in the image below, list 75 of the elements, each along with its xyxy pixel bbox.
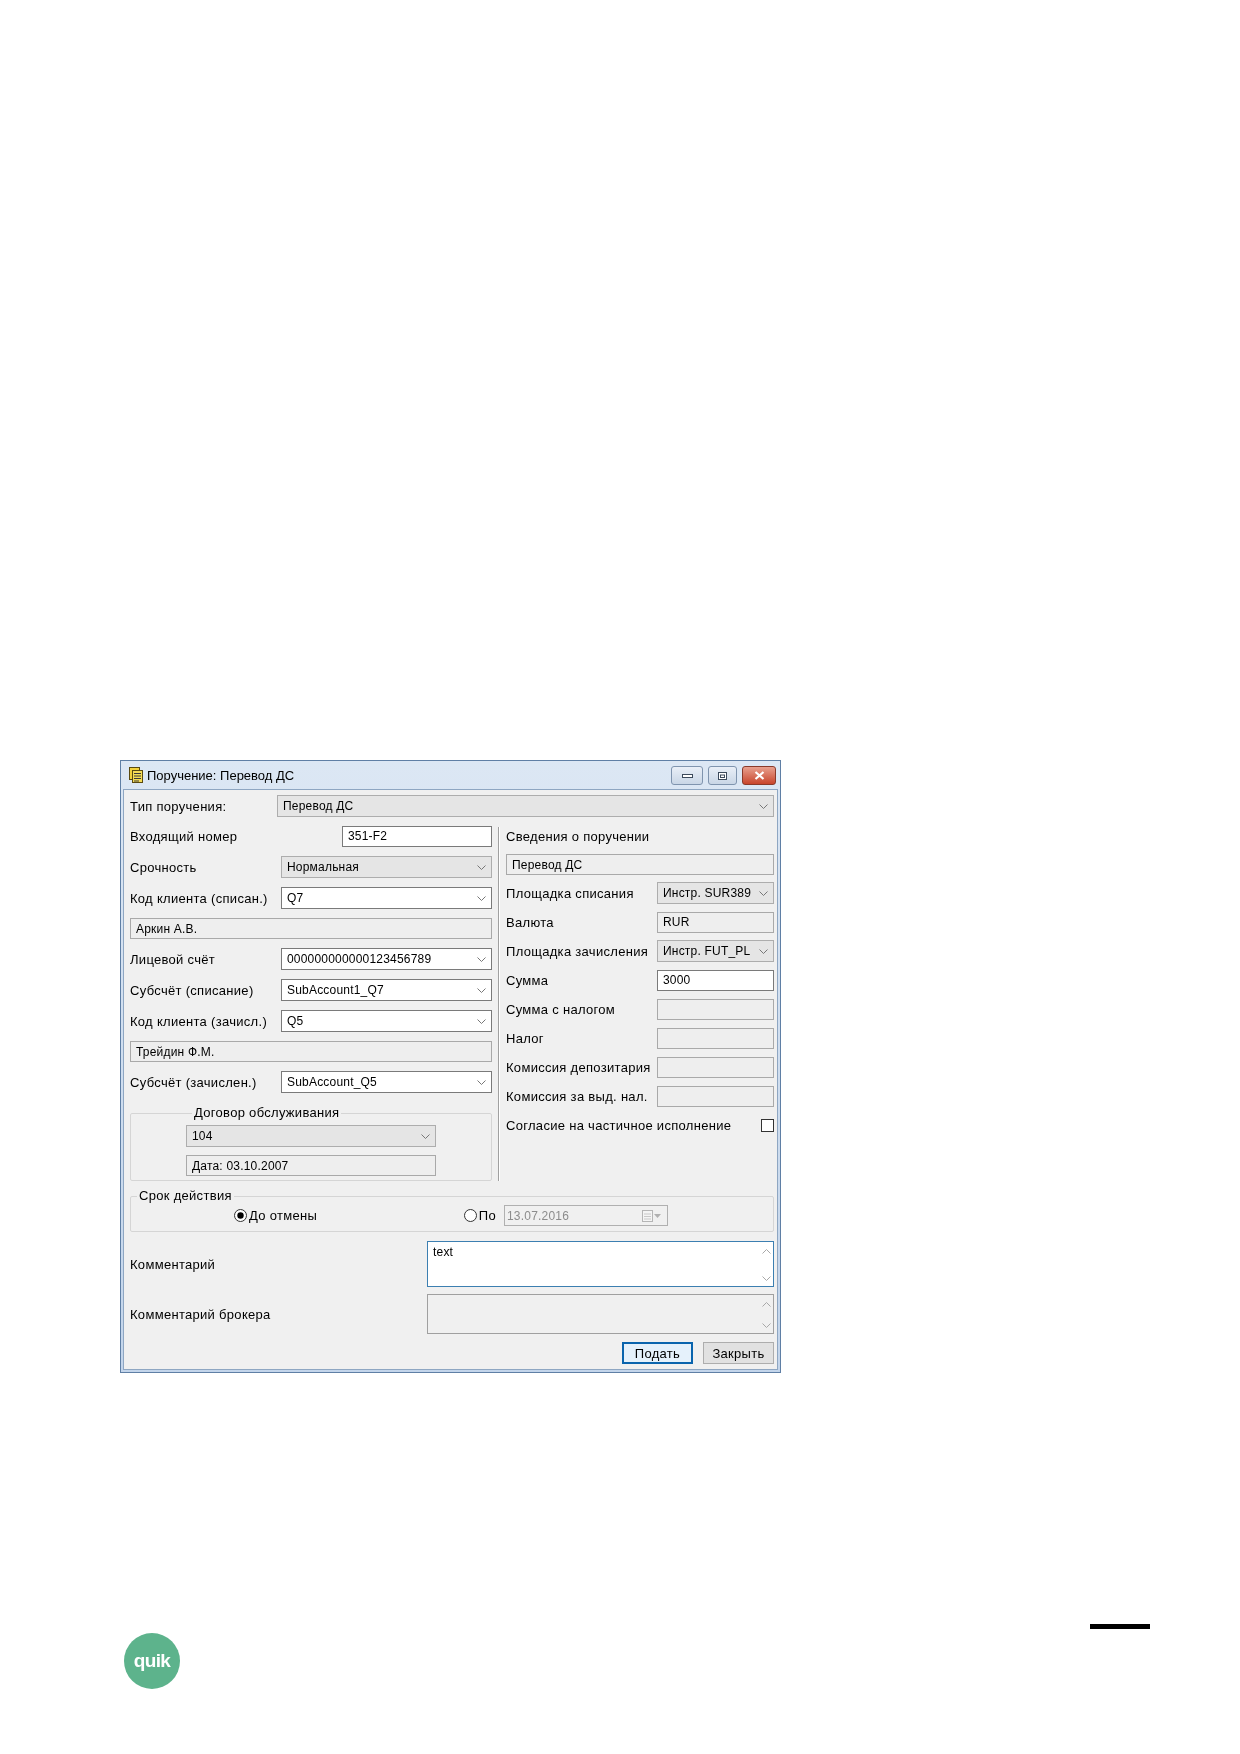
- input-field[interactable]: Аркин А.В.: [130, 918, 492, 939]
- dropdown[interactable]: Нормальная: [281, 856, 492, 878]
- field-label: Согласие на частичное исполнение: [506, 1117, 732, 1133]
- scroll-down-icon[interactable]: [762, 1323, 771, 1328]
- input-field[interactable]: 351-F2: [342, 825, 492, 847]
- input-field[interactable]: [657, 998, 774, 1020]
- scroll-down-icon[interactable]: [762, 1276, 771, 1281]
- group-label: Срок действия: [138, 1189, 233, 1203]
- group-label: Договор обслуживания: [193, 1106, 341, 1120]
- dropdown[interactable]: Инстр. SUR389: [657, 882, 774, 904]
- chevron-down-icon: [421, 1133, 430, 1139]
- field-label: Комиссия за выд. нал.: [506, 1088, 649, 1104]
- close-button[interactable]: [742, 766, 776, 785]
- input-field[interactable]: 3000: [657, 969, 774, 991]
- chevron-down-icon: [477, 987, 486, 993]
- calendar-icon: [642, 1209, 653, 1222]
- dropdown[interactable]: SubAccount_Q5: [281, 1071, 492, 1093]
- comment-field[interactable]: [427, 1294, 774, 1334]
- field-label: Входящий номер: [130, 828, 239, 844]
- field-label: Срочность: [130, 859, 198, 875]
- radio-option[interactable]: По: [463, 1208, 496, 1223]
- field-label: Сумма: [506, 972, 550, 988]
- input-field[interactable]: Трейдин Ф.М.: [130, 1041, 492, 1062]
- input-field[interactable]: [657, 1027, 774, 1049]
- field-label: Субсчёт (зачислен.): [130, 1074, 258, 1090]
- chevron-down-icon: [477, 864, 486, 870]
- comment-field[interactable]: text: [427, 1241, 774, 1287]
- document-stack-icon: [129, 767, 143, 783]
- field-label: Площадка зачисления: [506, 943, 650, 959]
- chevron-down-icon: [477, 895, 486, 901]
- field-label: Тип поручения:: [130, 798, 228, 814]
- chevron-down-icon: [477, 1018, 486, 1024]
- field-label: Код клиента (списан.): [130, 890, 269, 906]
- maximize-button[interactable]: [708, 766, 737, 785]
- field-label: Субсчёт (списание): [130, 982, 255, 998]
- field-label: Лицевой счёт: [130, 951, 217, 967]
- dialog-button[interactable]: Подать: [622, 1342, 693, 1364]
- dropdown[interactable]: 104: [186, 1125, 436, 1147]
- chevron-down-icon: [477, 1079, 486, 1085]
- maximize-icon: [718, 771, 727, 780]
- dropdown[interactable]: SubAccount1_Q7: [281, 979, 492, 1001]
- input-field[interactable]: Дата: 03.10.2007: [186, 1155, 436, 1176]
- chevron-down-icon: [759, 803, 768, 809]
- chevron-down-icon: [759, 890, 768, 896]
- checkbox[interactable]: [761, 1118, 774, 1132]
- dropdown[interactable]: Q5: [281, 1010, 492, 1032]
- input-field[interactable]: [657, 1056, 774, 1078]
- field-label: Налог: [506, 1030, 545, 1046]
- window-title: Поручение: Перевод ДС: [147, 767, 296, 783]
- logo: quik: [124, 1633, 180, 1689]
- field-label: Сведения о поручении: [506, 828, 651, 844]
- close-icon: [753, 771, 765, 780]
- scroll-up-icon[interactable]: [762, 1249, 771, 1254]
- scroll-up-icon[interactable]: [762, 1302, 771, 1307]
- dropdown[interactable]: Перевод ДС: [277, 795, 774, 817]
- dropdown[interactable]: 000000000000123456789: [281, 948, 492, 970]
- chevron-down-icon: [477, 956, 486, 962]
- dropdown[interactable]: Инстр. FUT_PL: [657, 940, 774, 962]
- dialog-button[interactable]: Закрыть: [703, 1342, 774, 1364]
- field-label: Комментарий брокера: [130, 1306, 272, 1322]
- chevron-down-icon: [759, 948, 768, 954]
- field-label: Площадка списания: [506, 885, 635, 901]
- radio-option[interactable]: До отмены: [234, 1208, 318, 1223]
- input-field[interactable]: RUR: [657, 911, 774, 933]
- field-label: Валюта: [506, 914, 555, 930]
- field-label: Комиссия депозитария: [506, 1059, 652, 1075]
- caret-down-icon: [654, 1213, 661, 1218]
- dropdown[interactable]: Q7: [281, 887, 492, 909]
- field-label: Сумма с налогом: [506, 1001, 617, 1017]
- field-label: Комментарий: [130, 1256, 217, 1272]
- input-field[interactable]: [657, 1085, 774, 1107]
- input-field[interactable]: Перевод ДС: [506, 854, 774, 875]
- minimize-icon: [681, 773, 693, 778]
- field-label: Код клиента (зачисл.): [130, 1013, 269, 1029]
- minimize-button[interactable]: [671, 766, 703, 785]
